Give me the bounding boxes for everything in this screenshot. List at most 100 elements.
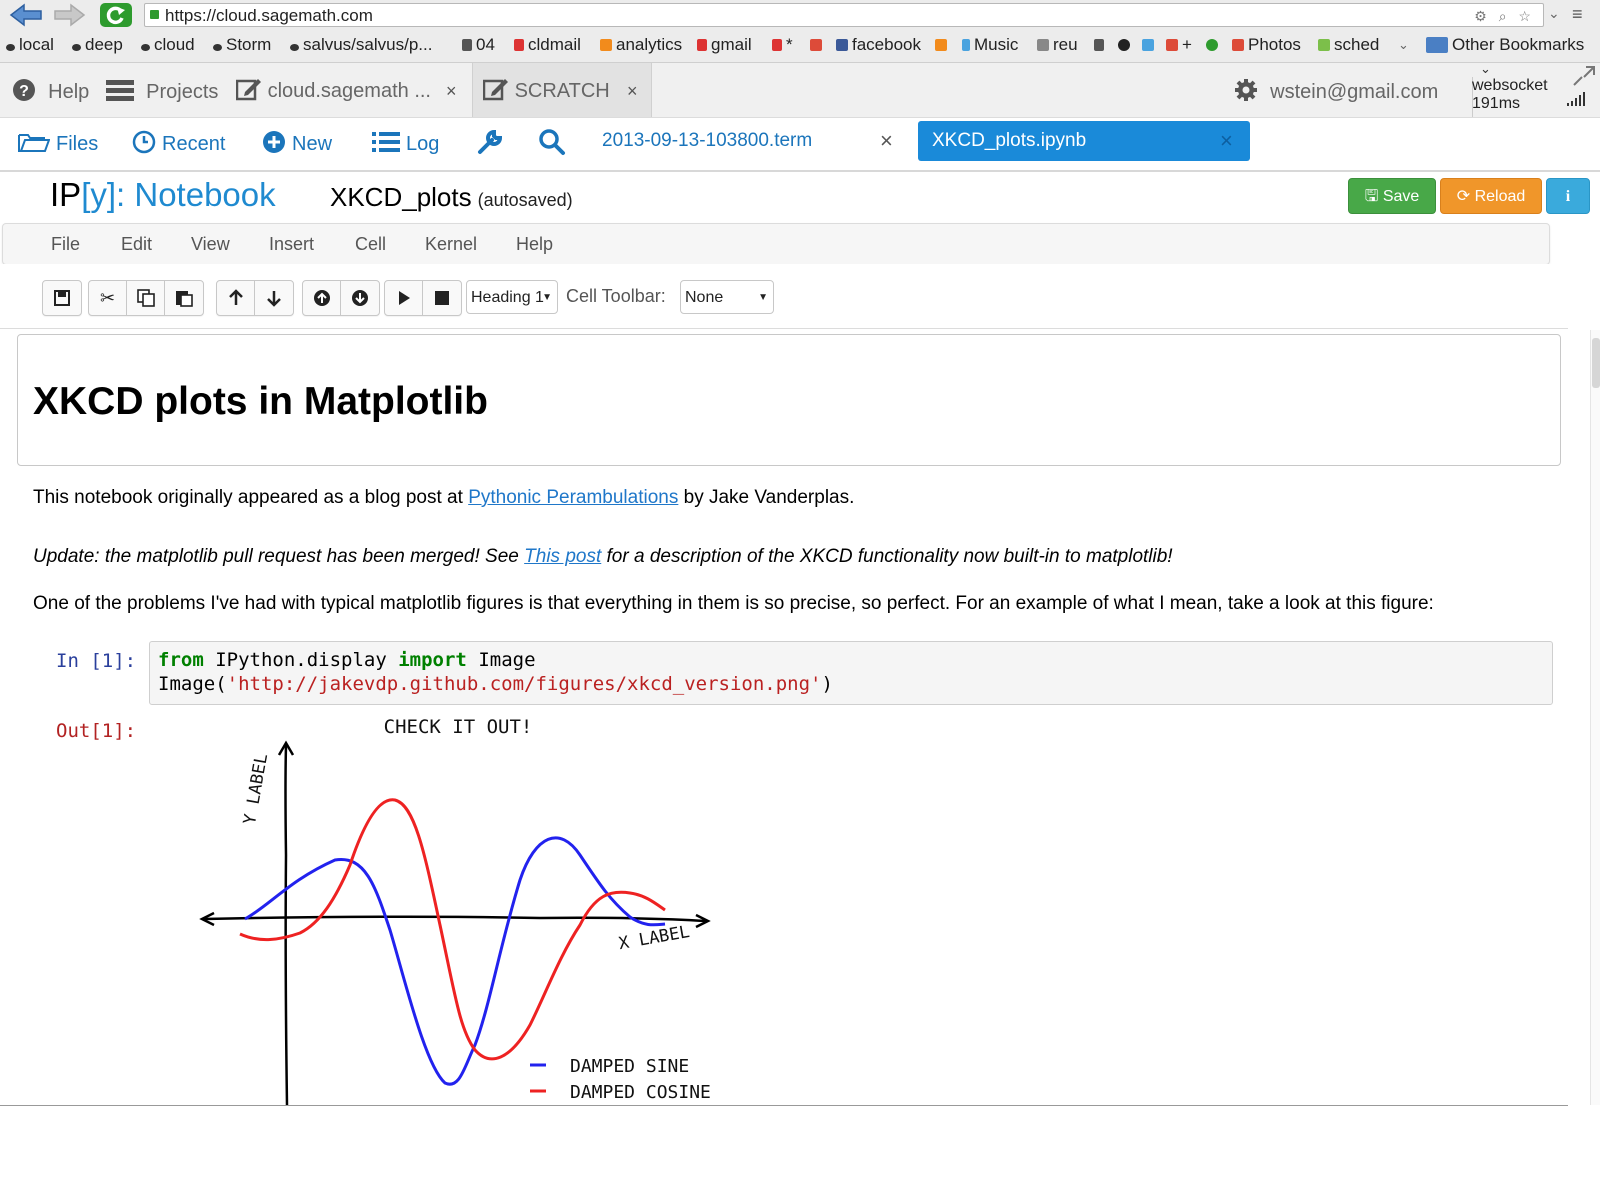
bookmark-icon-gplus[interactable] [810, 32, 826, 58]
scratch-tab[interactable]: SCRATCH × [472, 63, 652, 117]
reload-icon[interactable] [98, 2, 134, 28]
sage-top-bar: ? Help Projects cloud.sagemath ... × SCR… [0, 61, 1600, 118]
bookmark-item[interactable]: deep [72, 32, 123, 58]
arrow-down-icon[interactable] [255, 281, 293, 315]
wrench-icon[interactable] [476, 118, 504, 170]
bookmark-icon[interactable] [1142, 32, 1158, 58]
save-group [42, 280, 82, 316]
back-arrow-icon[interactable] [6, 2, 46, 28]
pythonic-perambulations-link[interactable]: Pythonic Perambulations [468, 487, 678, 508]
save-button[interactable]: 🖫 Save [1348, 178, 1436, 214]
figure-title: CHECK IT OUT! [384, 716, 533, 738]
circle-arrow-down-icon[interactable] [341, 281, 379, 315]
cell-toolbar-select[interactable]: None ▼ [680, 280, 774, 314]
websocket-status: websocket 191ms [1472, 77, 1548, 112]
new-link[interactable]: New [262, 118, 332, 170]
search-icon[interactable] [538, 118, 566, 170]
project-tab[interactable]: cloud.sagemath ... × [232, 63, 470, 117]
notebook-header: IP[y]: Notebook XKCD_plots (autosaved) 🖫 … [0, 172, 1590, 222]
save-icon[interactable] [43, 281, 81, 315]
log-link[interactable]: Log [372, 118, 439, 170]
plus-circle-icon [263, 131, 285, 153]
forward-arrow-icon[interactable] [52, 2, 88, 28]
vertical-scrollbar[interactable] [1590, 330, 1600, 1105]
bookmark-item[interactable]: Storm [213, 32, 271, 58]
close-icon[interactable]: × [627, 63, 638, 119]
url-bar[interactable]: https://cloud.sagemath.com ⚙ ⌕ ☆ [144, 3, 1544, 27]
info-icon: i [1565, 188, 1571, 205]
bookmark-item[interactable]: * [772, 32, 793, 58]
file-tab-term[interactable]: 2013-09-13-103800.term × [588, 121, 900, 161]
close-icon[interactable]: × [446, 63, 457, 119]
bookmark-item[interactable]: reu [1037, 32, 1078, 58]
help-link[interactable]: ? Help [12, 63, 89, 117]
menu-view[interactable]: View [191, 224, 230, 264]
project-nav: Files Recent New Log 2013-09-13-103800.t… [0, 118, 1600, 172]
scissors-icon[interactable]: ✂ [89, 281, 127, 315]
copy-icon[interactable] [127, 281, 165, 315]
bookmark-item[interactable]: local [6, 32, 54, 58]
close-icon[interactable]: × [1220, 121, 1233, 161]
insert-group [302, 280, 380, 316]
cell-type-select[interactable]: Heading 1 ▼ [466, 280, 558, 314]
caret-down-icon: ▼ [758, 292, 768, 303]
bookmark-item[interactable]: gmail [697, 32, 752, 58]
menu-file[interactable]: File [51, 224, 80, 264]
bookmark-item[interactable]: cloud [141, 32, 195, 58]
chevron-down-icon[interactable]: ⌄ [1480, 61, 1491, 77]
projects-link[interactable]: Projects [106, 63, 218, 117]
chevron-down-icon[interactable]: ⌄ [1398, 32, 1409, 58]
x-axis-label: X LABEL [617, 922, 691, 954]
bookmark-item[interactable]: facebook [836, 32, 921, 58]
github-icon[interactable] [1118, 32, 1134, 58]
recent-link[interactable]: Recent [132, 118, 225, 170]
bookmark-item[interactable]: Music [962, 32, 1018, 58]
notebook-content: XKCD plots in Matplotlib This notebook o… [0, 330, 1568, 1106]
bookmarks-bar: local deep cloud Storm salvus/salvus/p..… [0, 32, 1600, 58]
menu-icon[interactable]: ≡ [1572, 4, 1583, 25]
bookmark-icon[interactable] [1094, 32, 1108, 58]
bookmark-item[interactable]: 04 [462, 32, 495, 58]
bookmark-item[interactable]: sched [1318, 32, 1379, 58]
menu-cell[interactable]: Cell [355, 224, 386, 264]
code-cell[interactable]: from IPython.display import Image Image(… [149, 641, 1553, 705]
circle-arrow-up-icon[interactable] [303, 281, 341, 315]
files-link[interactable]: Files [18, 118, 98, 170]
refresh-icon: ⟳ [1456, 188, 1471, 205]
info-button[interactable]: i [1546, 178, 1590, 214]
move-group [216, 280, 294, 316]
bookmark-icon[interactable] [935, 32, 951, 58]
play-icon[interactable] [385, 281, 423, 315]
scrollbar-thumb[interactable] [1592, 338, 1600, 388]
bookmark-item[interactable]: analytics [600, 32, 682, 58]
menu-kernel[interactable]: Kernel [425, 224, 477, 264]
menu-insert[interactable]: Insert [269, 224, 314, 264]
stop-icon[interactable] [423, 281, 461, 315]
bookmark-item[interactable]: Photos [1232, 32, 1301, 58]
bookmark-item[interactable]: + [1166, 32, 1192, 58]
bookmark-item[interactable]: salvus/salvus/p... [290, 32, 432, 58]
menu-edit[interactable]: Edit [121, 224, 152, 264]
signal-icon [1566, 91, 1586, 112]
paste-icon[interactable] [165, 281, 203, 315]
other-bookmarks[interactable]: Other Bookmarks [1426, 32, 1584, 58]
bookmark-item[interactable]: cldmail [514, 32, 581, 58]
notebook-title[interactable]: XKCD_plots (autosaved) [330, 182, 573, 213]
notebook-toolbar: ✂ Heading 1 ▼ Cell Toolbar: None ▼ [0, 264, 1568, 329]
fullscreen-icon[interactable] [1572, 65, 1596, 92]
menu-help[interactable]: Help [516, 224, 553, 264]
heading-cell[interactable]: XKCD plots in Matplotlib [17, 334, 1561, 466]
edit-icon [235, 79, 268, 102]
reload-button[interactable]: ⟳ Reload [1440, 178, 1542, 214]
account-link[interactable]: wstein@gmail.com [1234, 63, 1438, 117]
this-post-link[interactable]: This post [524, 546, 601, 567]
close-icon[interactable]: × [880, 121, 893, 161]
update-paragraph: Update: the matplotlib pull request has … [33, 546, 1173, 567]
cell-toolbar-label: Cell Toolbar: [566, 286, 666, 306]
arrow-up-icon[interactable] [217, 281, 255, 315]
problem-paragraph: One of the problems I've had with typica… [33, 593, 1434, 614]
file-tab-notebook[interactable]: XKCD_plots.ipynb × [918, 121, 1250, 161]
bookmark-icon[interactable] [1206, 32, 1222, 58]
chevron-down-icon[interactable]: ⌄ [1548, 5, 1560, 22]
edit-group: ✂ [88, 280, 204, 316]
